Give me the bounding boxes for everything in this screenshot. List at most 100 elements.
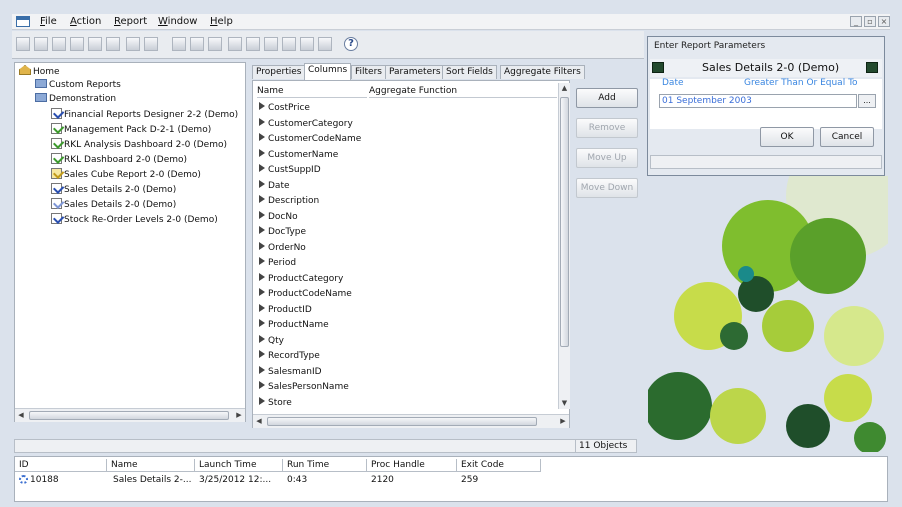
tree-item-report[interactable]: Management Pack D-2-1 (Demo) [51,123,211,136]
tab-aggregate-filters[interactable]: Aggregate Filters [500,65,585,79]
menu-help[interactable]: Help [210,16,233,27]
scroll-left-icon[interactable]: ◀ [15,409,27,422]
tree-item-report[interactable]: Stock Re-Order Levels 2-0 (Demo) [51,213,218,226]
refresh-icon[interactable] [228,37,242,51]
date-input[interactable]: 01 September 2003 [659,94,857,108]
add-button[interactable]: Add [576,88,638,108]
tree-item-report[interactable]: Financial Reports Designer 2-2 (Demo) [51,108,238,121]
list-item[interactable]: DocNo [259,210,298,225]
cancel-button[interactable]: Cancel [820,127,874,147]
tab-columns[interactable]: Columns [304,63,352,80]
column-header-name[interactable]: Name [257,85,367,98]
restore-icon[interactable]: ▫ [864,16,876,27]
run-icon[interactable] [172,37,186,51]
job-header-run-time[interactable]: Run Time [283,459,367,472]
tree-item-report[interactable]: Sales Details 2-0 (Demo) [51,183,176,196]
columns-vscrollbar[interactable]: ▲ ▼ [558,83,570,409]
menu-file[interactable]: File [40,16,57,27]
columns-hscrollbar[interactable]: ◀ ▶ [253,414,569,428]
collapse-icon[interactable] [652,62,664,73]
tab-parameters[interactable]: Parameters [385,65,445,79]
job-name: Sales Details 2-... [113,475,192,485]
tab-sort-fields[interactable]: Sort Fields [442,65,497,79]
tree-item-report[interactable]: Sales Cube Report 2-0 (Demo) [51,168,201,181]
tree-item-demonstration[interactable]: Demonstration [35,93,116,106]
status-bar [14,439,636,453]
grid-icon[interactable] [52,37,66,51]
tree-item-report[interactable]: RKL Analysis Dashboard 2-0 (Demo) [51,138,227,151]
job-header-proc-handle[interactable]: Proc Handle [367,459,457,472]
tab-properties[interactable]: Properties [252,65,306,79]
list-item[interactable]: OrderNo [259,241,306,256]
list-item[interactable]: SalesmanID [259,365,322,380]
list-item[interactable]: CostPrice [259,101,310,116]
scroll-up-icon[interactable]: ▲ [559,83,570,94]
filter-icon[interactable] [126,37,140,51]
delete-icon[interactable] [34,37,48,51]
move-down-button[interactable]: Move Down [576,178,638,198]
tree-item-report[interactable]: RKL Dashboard 2-0 (Demo) [51,153,187,166]
scroll-thumb[interactable] [560,97,569,347]
list-item[interactable]: ProductName [259,318,329,333]
list-item[interactable]: SalesPersonName [259,380,349,395]
chart-icon[interactable] [246,37,260,51]
scroll-right-icon[interactable]: ▶ [557,415,569,428]
cube-report-icon [51,168,62,179]
list-item[interactable]: CustomerCodeName [259,132,361,147]
menu-report[interactable]: Report [114,16,147,27]
help-icon[interactable]: ? [344,37,358,51]
preview-icon[interactable] [282,37,296,51]
column-header-aggregate[interactable]: Aggregate Function [369,85,557,98]
stop-icon[interactable] [16,37,30,51]
list-item[interactable]: RecordType [259,349,320,364]
scroll-right-icon[interactable]: ▶ [233,409,245,422]
print-icon[interactable] [264,37,278,51]
list-item[interactable]: Period [259,256,296,271]
tree-item-home[interactable]: Home [19,65,60,78]
expand-arrow-icon [259,164,265,172]
list-item[interactable]: ProductCodeName [259,287,352,302]
sort-icon[interactable] [144,37,158,51]
move-up-button[interactable]: Move Up [576,148,638,168]
list-item[interactable]: ProductID [259,303,312,318]
expand-arrow-icon [259,303,265,312]
properties-icon[interactable] [70,37,84,51]
tree-item-custom-reports[interactable]: Custom Reports [35,79,121,92]
list-item[interactable]: CustomerName [259,148,338,163]
dialog-status [650,155,882,169]
scroll-thumb[interactable] [29,411,229,420]
job-header-launch-time[interactable]: Launch Time [195,459,283,472]
list-item[interactable]: Description [259,194,319,209]
job-header-exit-code[interactable]: Exit Code [457,459,541,472]
copy-icon[interactable] [88,37,102,51]
browse-button[interactable]: ... [858,94,876,108]
job-proc-handle: 2120 [371,475,394,485]
list-item[interactable]: CustSuppID [259,163,321,178]
list-item[interactable]: Date [259,179,290,194]
job-header-name[interactable]: Name [107,459,195,472]
menu-window[interactable]: Window [158,16,197,27]
menu-action[interactable]: Action [70,16,101,27]
list-item[interactable]: Store [259,396,292,411]
list-item[interactable]: DocType [259,225,306,240]
export-icon[interactable] [208,37,222,51]
list-item[interactable]: ProductCategory [259,272,343,287]
ok-button[interactable]: OK [760,127,814,147]
list-item[interactable]: Qty [259,334,284,349]
scroll-down-icon[interactable]: ▼ [559,398,570,409]
list-item[interactable]: CustomerCategory [259,117,353,132]
tree-hscrollbar[interactable]: ◀ ▶ [15,408,245,422]
close-icon[interactable]: × [878,16,890,27]
minimize-icon[interactable]: _ [850,16,862,27]
paste-icon[interactable] [106,37,120,51]
schedule-icon[interactable] [190,37,204,51]
scroll-left-icon[interactable]: ◀ [253,415,265,428]
job-header-id[interactable]: ID [15,459,107,472]
settings-icon[interactable] [300,37,314,51]
clear-icon[interactable] [318,37,332,51]
tab-filters[interactable]: Filters [351,65,386,79]
tree-item-report[interactable]: Sales Details 2-0 (Demo) [51,198,176,211]
remove-button[interactable]: Remove [576,118,638,138]
expand-icon[interactable] [866,62,878,73]
scroll-thumb[interactable] [267,417,537,426]
